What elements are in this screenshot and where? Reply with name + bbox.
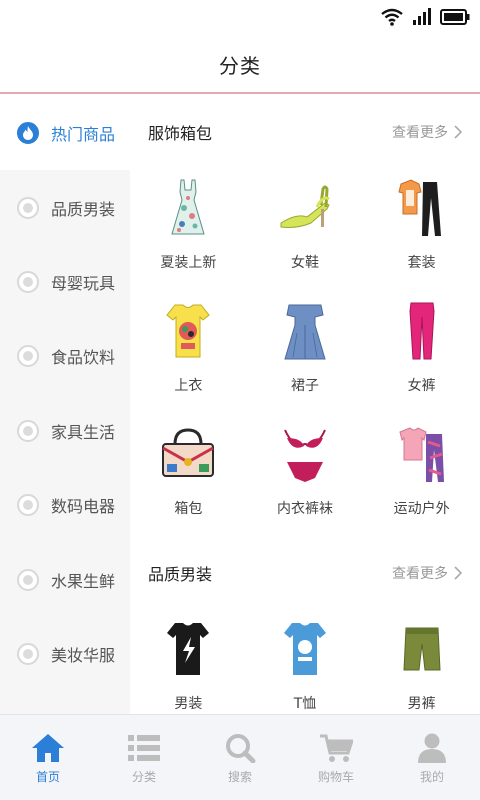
chevron-right-icon <box>454 566 462 580</box>
fruit-icon <box>17 568 39 591</box>
sidebar-item-label: 美妆华服 <box>51 645 116 665</box>
tshirt-yellow-icon <box>153 297 223 365</box>
tab-category[interactable]: 分类 <box>96 715 192 800</box>
category-item[interactable]: 夏装上新 <box>130 168 247 291</box>
category-item-label: 夏装上新 <box>160 255 217 271</box>
handbag-icon <box>153 420 223 488</box>
shorts-icon <box>387 615 457 683</box>
status-icons <box>380 6 470 28</box>
blue-tshirt-icon <box>270 615 340 683</box>
category-item-label: 裙子 <box>290 378 319 394</box>
product-grid-menswear: 男装 T恤 男裤 <box>130 609 480 714</box>
section-title: 服饰箱包 <box>148 124 213 143</box>
tab-home[interactable]: 首页 <box>0 715 96 800</box>
category-content: 服饰箱包 查看更多 夏装上新 女鞋 套装 上衣 裙子 女裤 箱包 内衣裤袜 运动… <box>130 96 480 714</box>
heel-sandal-icon <box>270 174 340 242</box>
product-grid-apparel: 夏装上新 女鞋 套装 上衣 裙子 女裤 箱包 内衣裤袜 运动户外 <box>130 168 480 537</box>
header: 分类 <box>0 36 480 94</box>
category-item[interactable]: 上衣 <box>130 291 247 414</box>
view-more-link[interactable]: 查看更多 <box>392 122 462 142</box>
sidebar-item-digital[interactable]: 数码电器 <box>0 468 130 542</box>
user-icon <box>418 733 446 763</box>
furniture-icon <box>17 419 39 442</box>
category-item-label: 套装 <box>407 255 436 271</box>
signal-icon <box>413 8 431 25</box>
chevron-right-icon <box>454 125 462 139</box>
shirt-icon <box>17 196 39 219</box>
view-more-link[interactable]: 查看更多 <box>392 563 462 583</box>
lingerie-icon <box>270 420 340 488</box>
category-item-label: T恤 <box>293 696 317 712</box>
category-item[interactable]: 女裤 <box>363 291 480 414</box>
sidebar-item-fruit[interactable]: 水果生鲜 <box>0 542 130 616</box>
search-icon <box>226 734 256 763</box>
battery-icon <box>440 9 470 25</box>
tab-label: 购物车 <box>317 770 354 784</box>
sidebar-item-menswear[interactable]: 品质男装 <box>0 170 130 244</box>
category-item-label: 女鞋 <box>290 255 319 271</box>
section-header-menswear: 品质男装 查看更多 <box>130 537 480 609</box>
sidebar-item-label: 品质男装 <box>51 199 116 219</box>
outfit-icon <box>387 174 457 242</box>
sidebar-item-label: 数码电器 <box>51 497 116 517</box>
black-tshirt-icon <box>153 615 223 683</box>
list-icon <box>128 735 160 761</box>
tab-label: 搜索 <box>227 770 252 784</box>
denim-dress-icon <box>270 297 340 365</box>
tab-cart[interactable]: 购物车 <box>288 715 384 800</box>
sidebar-item-label: 水果生鲜 <box>51 571 116 591</box>
category-item[interactable]: 内衣裤袜 <box>247 414 364 537</box>
section-title: 品质男装 <box>148 565 213 584</box>
category-item-label: 男装 <box>174 696 203 712</box>
category-item[interactable]: 箱包 <box>130 414 247 537</box>
device-icon <box>17 494 39 517</box>
category-item-label: 女裤 <box>407 378 436 394</box>
category-item[interactable]: 裙子 <box>247 291 364 414</box>
view-more-label: 查看更多 <box>392 125 448 141</box>
wifi-icon <box>381 8 403 26</box>
sidebar-item-furniture[interactable]: 家具生活 <box>0 394 130 468</box>
category-item-label: 上衣 <box>174 378 203 394</box>
category-item-label: 男裤 <box>407 696 436 712</box>
sidebar-item-label: 家具生活 <box>51 422 116 442</box>
view-more-label: 查看更多 <box>392 566 448 582</box>
sidebar-item-label: 母婴玩具 <box>51 273 116 293</box>
cart-icon <box>320 734 353 762</box>
sidebar-item-food[interactable]: 食品饮料 <box>0 319 130 393</box>
category-sidebar: 热门商品 品质男装 母婴玩具 食品饮料 家具生活 数码电器 水果生鲜 美妆华服 <box>0 96 130 714</box>
sidebar-item-label: 食品饮料 <box>51 348 116 368</box>
tab-label: 我的 <box>419 770 444 784</box>
category-item[interactable]: 男装 <box>130 609 247 714</box>
sidebar-item-baby-toys[interactable]: 母婴玩具 <box>0 245 130 319</box>
sportswear-icon <box>387 420 457 488</box>
category-item[interactable]: 男裤 <box>363 609 480 714</box>
category-item[interactable]: T恤 <box>247 609 364 714</box>
section-header-apparel: 服饰箱包 查看更多 <box>130 96 480 168</box>
sidebar-item-label: 热门商品 <box>51 125 116 145</box>
category-item[interactable]: 套装 <box>363 168 480 291</box>
pink-pants-icon <box>387 297 457 365</box>
toy-icon <box>17 270 39 293</box>
tab-profile[interactable]: 我的 <box>384 715 480 800</box>
floral-dress-icon <box>153 174 223 242</box>
tab-search[interactable]: 搜索 <box>192 715 288 800</box>
status-bar <box>0 0 480 36</box>
home-icon <box>32 734 64 762</box>
bottom-tab-bar: 首页 分类 搜索 购物车 我的 <box>0 714 480 800</box>
makeup-icon <box>17 642 39 665</box>
category-item-label: 箱包 <box>174 501 203 517</box>
category-item-label: 内衣裤袜 <box>276 501 333 517</box>
tab-label: 分类 <box>131 770 156 784</box>
sidebar-item-hot[interactable]: 热门商品 <box>0 96 130 171</box>
category-item[interactable]: 运动户外 <box>363 414 480 537</box>
tab-label: 首页 <box>35 770 60 784</box>
category-item[interactable]: 女鞋 <box>247 168 364 291</box>
flame-icon <box>17 122 39 145</box>
sidebar-item-makeup[interactable]: 美妆华服 <box>0 617 130 691</box>
food-icon <box>17 345 39 368</box>
category-item-label: 运动户外 <box>393 501 450 517</box>
page-title: 分类 <box>219 53 261 78</box>
